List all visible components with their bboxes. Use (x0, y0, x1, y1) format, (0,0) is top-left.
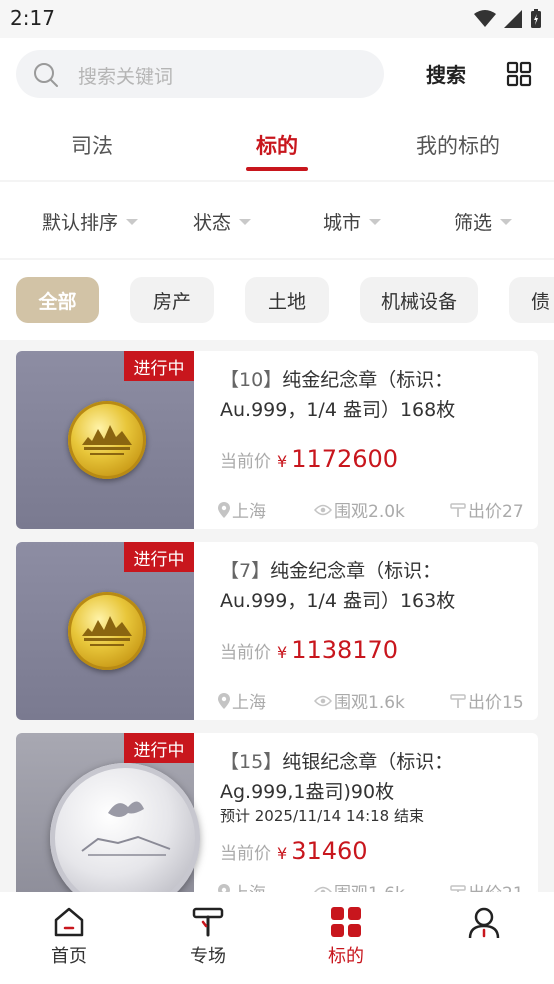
tab-lots[interactable]: 标的 (256, 130, 298, 160)
listing-price: 当前价 ¥ 31460 (220, 837, 368, 865)
gold-coin-image (68, 592, 146, 670)
nav-profile[interactable] (434, 906, 534, 944)
location-pin-icon (218, 501, 230, 518)
nav-home-label: 首页 (51, 946, 87, 967)
wifi-icon (474, 10, 496, 27)
gavel-icon (192, 907, 224, 937)
user-icon (468, 907, 500, 939)
coin-engraving (82, 425, 132, 455)
price-label: 当前价 (220, 452, 271, 472)
search-placeholder: 搜索关键词 (78, 66, 174, 88)
chip-all[interactable]: 全部 (16, 277, 99, 323)
filter-city[interactable]: 城市 (323, 208, 382, 235)
nav-lots-label: 标的 (328, 946, 364, 967)
filter-sort-label: 默认排序 (42, 212, 119, 234)
listing-card[interactable]: 进行中 【10】纯金纪念章（标识：Au.999，1/4 盎司）168枚 当前价 … (16, 351, 538, 529)
price-label: 当前价 (220, 643, 271, 663)
listing-title: 【15】纯银纪念章（标识：Ag.999,1盎司)90枚 (220, 747, 526, 807)
gold-coin-image (68, 401, 146, 479)
lot-number: 【7】 (220, 560, 271, 582)
filter-screen[interactable]: 筛选 (454, 208, 513, 235)
category-chips: 全部 房产 土地 机械设备 债 (0, 260, 554, 340)
status-badge: 进行中 (124, 733, 194, 763)
tab-judicial[interactable]: 司法 (71, 130, 113, 160)
header: 搜索关键词 搜索 司法 标的 我的标的 (0, 38, 554, 180)
caret-down-icon (126, 218, 139, 225)
listing-title: 【7】纯金纪念章（标识：Au.999，1/4 盎司）163枚 (220, 556, 526, 616)
filter-sort[interactable]: 默认排序 (42, 208, 139, 235)
battery-icon (531, 9, 541, 28)
status-time: 2:17 (10, 6, 55, 30)
tab-my-lots[interactable]: 我的标的 (416, 130, 500, 160)
currency-symbol: ¥ (277, 844, 288, 863)
price-value: 31460 (291, 837, 368, 865)
listing-city: 上海 (218, 688, 266, 713)
listing-card[interactable]: 进行中 【7】纯金纪念章（标识：Au.999，1/4 盎司）163枚 当前价 ¥… (16, 542, 538, 720)
lot-number: 【10】 (220, 369, 283, 391)
city-label: 上海 (232, 502, 266, 522)
search-input[interactable]: 搜索关键词 (16, 50, 384, 98)
views-label: 围观1.6k (334, 693, 405, 713)
status-icons (474, 9, 542, 29)
gavel-small-icon (450, 502, 466, 517)
status-badge: 进行中 (124, 351, 194, 381)
nav-home[interactable]: 首页 (19, 906, 119, 968)
caret-down-icon (369, 218, 382, 225)
tab-active-indicator (246, 167, 308, 171)
chip-machinery[interactable]: 机械设备 (360, 277, 478, 323)
filter-status-label: 状态 (193, 212, 232, 234)
filter-bar: 默认排序 状态 城市 筛选 (0, 182, 554, 258)
chip-property[interactable]: 房产 (130, 277, 214, 323)
price-value: 1172600 (291, 445, 399, 473)
chip-land[interactable]: 土地 (245, 277, 329, 323)
currency-symbol: ¥ (277, 452, 288, 471)
coin-engraving (82, 616, 132, 646)
listing-views: 围观2.0k (314, 497, 405, 522)
status-badge: 进行中 (124, 542, 194, 572)
city-label: 上海 (232, 693, 266, 713)
top-tabs: 司法 标的 我的标的 (0, 126, 554, 180)
listing-end-time: 预计 2025/11/14 14:18 结束 (220, 807, 424, 825)
nav-special[interactable]: 专场 (158, 906, 258, 968)
coin-engraving (81, 801, 171, 856)
caret-down-icon (500, 218, 513, 225)
status-bar: 2:17 (0, 0, 554, 38)
location-pin-icon (218, 692, 230, 709)
chip-debt[interactable]: 债 (509, 277, 554, 323)
bids-label: 出价27 (468, 502, 524, 522)
listing-image: 进行中 (16, 351, 194, 529)
listing-bids: 出价27 (450, 497, 524, 522)
listing-city: 上海 (218, 497, 266, 522)
signal-icon (504, 10, 522, 28)
listing-image: 进行中 (16, 542, 194, 720)
nav-special-label: 专场 (190, 946, 226, 967)
listing-bids: 出价15 (450, 688, 524, 713)
bottom-nav: 首页 专场 标的 (0, 892, 554, 984)
gavel-small-icon (450, 693, 466, 708)
listing-price: 当前价 ¥ 1138170 (220, 636, 398, 664)
filter-screen-label: 筛选 (454, 212, 493, 234)
views-label: 围观2.0k (334, 502, 405, 522)
listing-price: 当前价 ¥ 1172600 (220, 445, 398, 473)
grid-icon (331, 907, 361, 937)
search-button[interactable]: 搜索 (426, 59, 466, 88)
listing-title: 【10】纯金纪念章（标识：Au.999，1/4 盎司）168枚 (220, 365, 526, 425)
currency-symbol: ¥ (277, 643, 288, 662)
eye-icon (314, 695, 332, 706)
grid-menu-icon[interactable] (506, 61, 532, 87)
bids-label: 出价15 (468, 693, 524, 713)
filter-city-label: 城市 (323, 212, 362, 234)
silver-coin-image (50, 763, 200, 913)
lot-number: 【15】 (220, 751, 283, 773)
home-icon (54, 907, 84, 937)
search-icon (34, 63, 58, 87)
eye-icon (314, 504, 332, 515)
filter-status[interactable]: 状态 (193, 208, 252, 235)
listing-views: 围观1.6k (314, 688, 405, 713)
nav-lots[interactable]: 标的 (296, 906, 396, 968)
caret-down-icon (239, 218, 252, 225)
price-label: 当前价 (220, 844, 271, 864)
price-value: 1138170 (291, 636, 399, 664)
